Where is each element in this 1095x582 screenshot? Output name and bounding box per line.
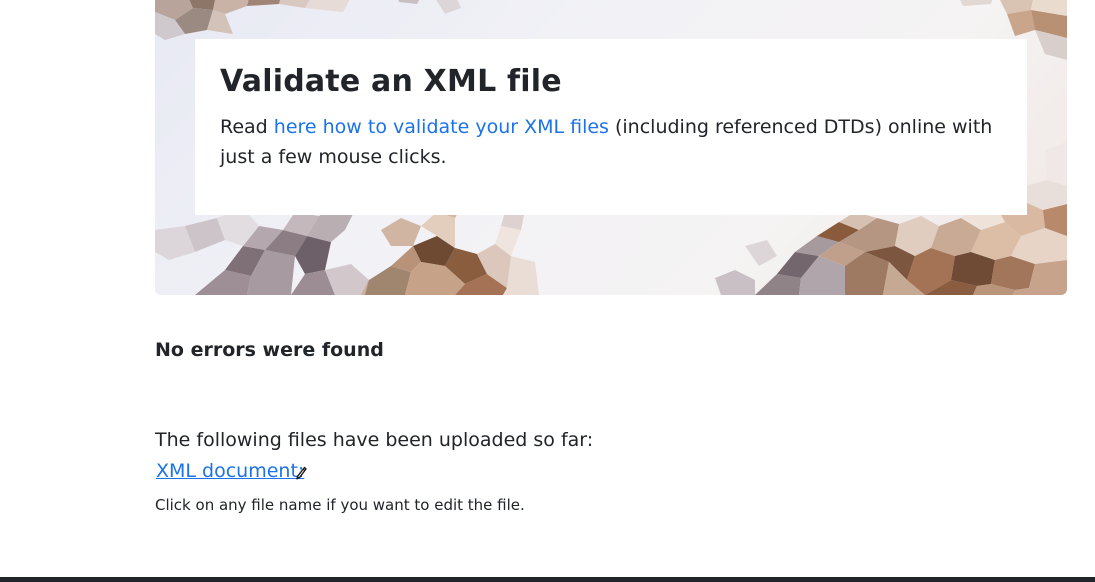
edit-hint: Click on any file name if you want to ed… [155, 496, 525, 514]
hero-card: Validate an XML file Read here how to va… [195, 39, 1027, 215]
pencil-icon[interactable] [295, 466, 307, 481]
hero-description: Read here how to validate your XML files… [220, 112, 1010, 172]
file-link-xml-document[interactable]: XML document: [156, 460, 304, 482]
hero-text-before: Read [220, 116, 274, 138]
validation-result-message: No errors were found [155, 339, 384, 361]
uploaded-files-intro: The following files have been uploaded s… [155, 429, 594, 451]
page-title: Validate an XML file [220, 64, 562, 99]
footer-bar [0, 577, 1095, 582]
validation-howto-link[interactable]: here how to validate your XML files [274, 116, 609, 138]
